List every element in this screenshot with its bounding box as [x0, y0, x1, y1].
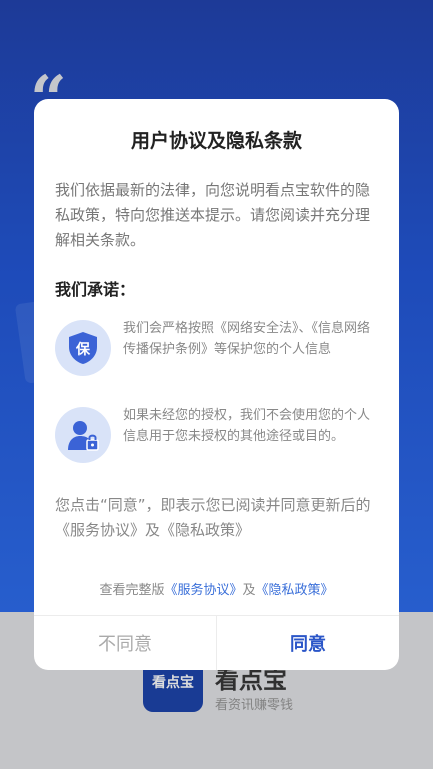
shield-icon: 保 — [55, 320, 111, 376]
intro-text: 我们依据最新的法律，向您说明看点宝软件的隐私政策，特向您推送本提示。请您阅读并充… — [55, 181, 371, 249]
dialog-footer: 不同意 同意 — [34, 615, 399, 670]
privacy-dialog: 用户协议及隐私条款 我们依据最新的法律，向您说明看点宝软件的隐私政策，特向您推送… — [34, 99, 399, 670]
promise-text: 如果未经您的授权，我们不会使用您的个人信息用于您未授权的其他途径或目的。 — [123, 408, 371, 444]
dialog-title: 用户协议及隐私条款 — [130, 130, 302, 152]
links-and: 及 — [242, 583, 256, 598]
privacy-policy-link[interactable]: 《隐私政策》 — [256, 583, 334, 598]
shield-icon-label: 保 — [75, 341, 91, 358]
service-agreement-link[interactable]: 《服务协议》 — [164, 583, 242, 598]
agreement-note: 您点击“同意”，即表示您已阅读并同意更新后的《服务协议》及《隐私政策》 — [55, 496, 371, 539]
disagree-button[interactable]: 不同意 — [34, 616, 217, 670]
links-prefix: 查看完整版 — [99, 583, 165, 598]
agree-button[interactable]: 同意 — [217, 616, 399, 670]
full-terms-line: 查看完整版《服务协议》及《隐私政策》 — [34, 579, 399, 598]
promise-heading: 我们承诺： — [55, 280, 136, 299]
user-lock-icon — [55, 407, 111, 463]
promise-text: 我们会严格按照《网络安全法》、《信息网络传播保护条例》等保护您的个人信息 — [123, 321, 371, 357]
